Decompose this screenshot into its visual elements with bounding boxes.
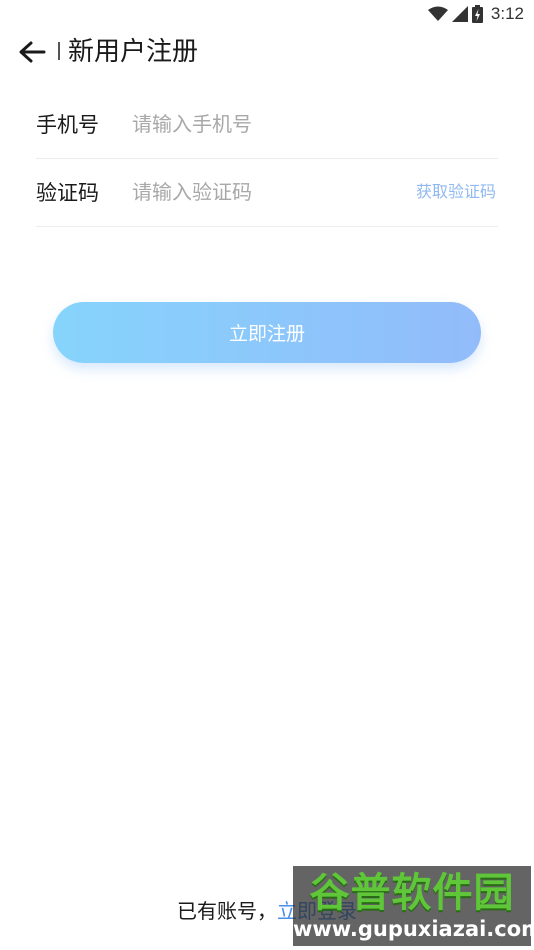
code-row: 验证码 获取验证码: [36, 158, 498, 227]
phone-row: 手机号: [36, 90, 498, 159]
battery-icon: [471, 5, 483, 23]
code-label: 验证码: [36, 181, 99, 205]
status-time: 3:12: [490, 4, 524, 23]
back-button[interactable]: [16, 36, 48, 68]
register-button[interactable]: 立即注册: [53, 302, 481, 363]
watermark: 谷普软件园 www.gupuxiazai.com: [293, 866, 531, 946]
signal-icon: [451, 6, 468, 22]
app-header: 新用户注册: [0, 30, 534, 74]
status-icons: 3:12: [427, 4, 524, 24]
get-code-button[interactable]: 获取验证码: [416, 158, 496, 226]
watermark-url: www.gupuxiazai.com: [293, 917, 531, 941]
login-prompt-text: 已有账号，: [177, 899, 277, 923]
code-input[interactable]: [132, 174, 372, 210]
header-divider: [58, 42, 60, 60]
page-title: 新用户注册: [68, 37, 199, 67]
watermark-brand: 谷普软件园: [309, 870, 515, 916]
arrow-left-icon: [19, 41, 46, 63]
phone-label: 手机号: [36, 113, 99, 137]
status-bar: 3:12: [0, 0, 534, 28]
wifi-icon: [427, 6, 448, 21]
phone-input[interactable]: [132, 106, 392, 142]
